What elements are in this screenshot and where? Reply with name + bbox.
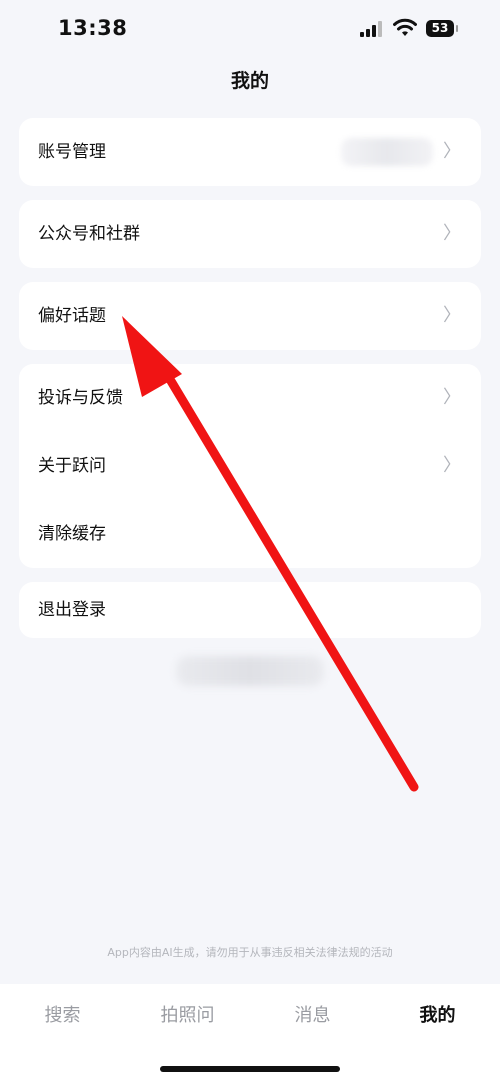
clear-cache-row[interactable]: 清除缓存 [19, 500, 481, 568]
status-bar: 13:38 53 [0, 0, 500, 56]
row-label: 公众号和社群 [38, 224, 140, 244]
tab-search[interactable]: 搜索 [0, 1001, 125, 1027]
tab-messages[interactable]: 消息 [250, 1001, 375, 1027]
feedback-row[interactable]: 投诉与反馈 〉 [19, 364, 481, 432]
card-community: 公众号和社群 〉 [19, 200, 481, 268]
page-title: 我的 [230, 70, 269, 92]
row-label: 退出登录 [38, 600, 106, 620]
chevron-right-icon: 〉 [443, 387, 461, 408]
status-time: 13:38 [58, 16, 128, 40]
battery-icon: 53 [426, 20, 458, 37]
blurred-version-text [176, 656, 324, 686]
about-row[interactable]: 关于跃问 〉 [19, 432, 481, 500]
row-label: 账号管理 [38, 142, 106, 162]
card-logout: 退出登录 [19, 582, 481, 638]
cellular-signal-icon [360, 21, 384, 37]
row-label: 偏好话题 [38, 306, 106, 326]
bottom-tab-bar: 搜索 拍照问 消息 我的 [0, 984, 500, 1082]
blurred-account-value [341, 138, 433, 166]
chevron-right-icon: 〉 [443, 305, 461, 326]
ai-disclaimer: App内容由AI生成，请勿用于从事违反相关法律法规的活动 [107, 946, 393, 959]
official-accounts-row[interactable]: 公众号和社群 〉 [19, 200, 481, 268]
card-misc: 投诉与反馈 〉 关于跃问 〉 清除缓存 [19, 364, 481, 568]
preferred-topics-row[interactable]: 偏好话题 〉 [19, 282, 481, 350]
home-indicator[interactable] [160, 1066, 340, 1072]
wifi-icon [393, 18, 417, 36]
row-label: 关于跃问 [38, 456, 106, 476]
card-preferences: 偏好话题 〉 [19, 282, 481, 350]
tab-me[interactable]: 我的 [375, 1001, 500, 1027]
row-label: 清除缓存 [38, 524, 106, 544]
chevron-right-icon: 〉 [443, 141, 461, 162]
card-account: 账号管理 〉 [19, 118, 481, 186]
chevron-right-icon: 〉 [443, 223, 461, 244]
tab-photo-ask[interactable]: 拍照问 [125, 1001, 250, 1027]
row-label: 投诉与反馈 [38, 388, 123, 408]
logout-row[interactable]: 退出登录 [19, 582, 481, 638]
account-management-row[interactable]: 账号管理 〉 [19, 118, 481, 186]
chevron-right-icon: 〉 [443, 455, 461, 476]
